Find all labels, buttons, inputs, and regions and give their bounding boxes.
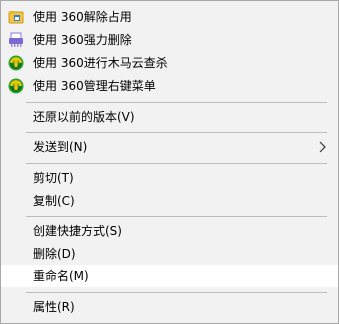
menu-separator (26, 132, 327, 133)
menu-separator (26, 163, 327, 164)
menu-item-label: 使用 360管理右键菜单 (33, 79, 156, 93)
menu-item-label: 使用 360解除占用 (33, 10, 132, 24)
menu-item-label: 复制(C) (33, 194, 75, 208)
360-security-icon (8, 55, 24, 71)
menu-item-cut[interactable]: 剪切(T) (1, 167, 338, 189)
menu-item-copy[interactable]: 复制(C) (1, 190, 338, 212)
menu-item-create-shortcut[interactable]: 创建快捷方式(S) (1, 220, 338, 242)
menu-item-label: 重命名(M) (33, 269, 89, 283)
menu-item-label: 删除(D) (33, 247, 76, 261)
context-menu: 使用 360解除占用 使用 360强力删除 使用 360进行木马云查杀 使用 3… (0, 0, 339, 324)
menu-item-360-force-delete[interactable]: 使用 360强力删除 (1, 29, 338, 51)
menu-item-label: 创建快捷方式(S) (33, 224, 122, 238)
shredder-icon (8, 32, 24, 48)
menu-item-360-unlock[interactable]: 使用 360解除占用 (1, 6, 338, 28)
folder-unlock-icon (8, 9, 24, 25)
menu-item-label: 还原以前的版本(V) (33, 110, 135, 124)
menu-item-send-to[interactable]: 发送到(N) (1, 136, 338, 158)
menu-separator (26, 216, 327, 217)
menu-item-label: 使用 360强力删除 (33, 33, 132, 47)
menu-item-label: 剪切(T) (33, 171, 74, 185)
360-security-icon (8, 78, 24, 94)
menu-item-360-trojan-scan[interactable]: 使用 360进行木马云查杀 (1, 52, 338, 74)
menu-item-label: 属性(R) (33, 300, 75, 314)
menu-item-restore-previous-versions[interactable]: 还原以前的版本(V) (1, 106, 338, 128)
menu-item-rename[interactable]: 重命名(M) (1, 265, 338, 287)
menu-item-label: 发送到(N) (33, 140, 88, 154)
chevron-right-icon (316, 141, 328, 153)
menu-item-label: 使用 360进行木马云查杀 (33, 56, 168, 70)
menu-item-360-manage-menu[interactable]: 使用 360管理右键菜单 (1, 75, 338, 97)
menu-item-delete[interactable]: 删除(D) (1, 243, 338, 265)
menu-item-properties[interactable]: 属性(R) (1, 296, 338, 318)
menu-separator (26, 292, 327, 293)
menu-separator (26, 102, 327, 103)
